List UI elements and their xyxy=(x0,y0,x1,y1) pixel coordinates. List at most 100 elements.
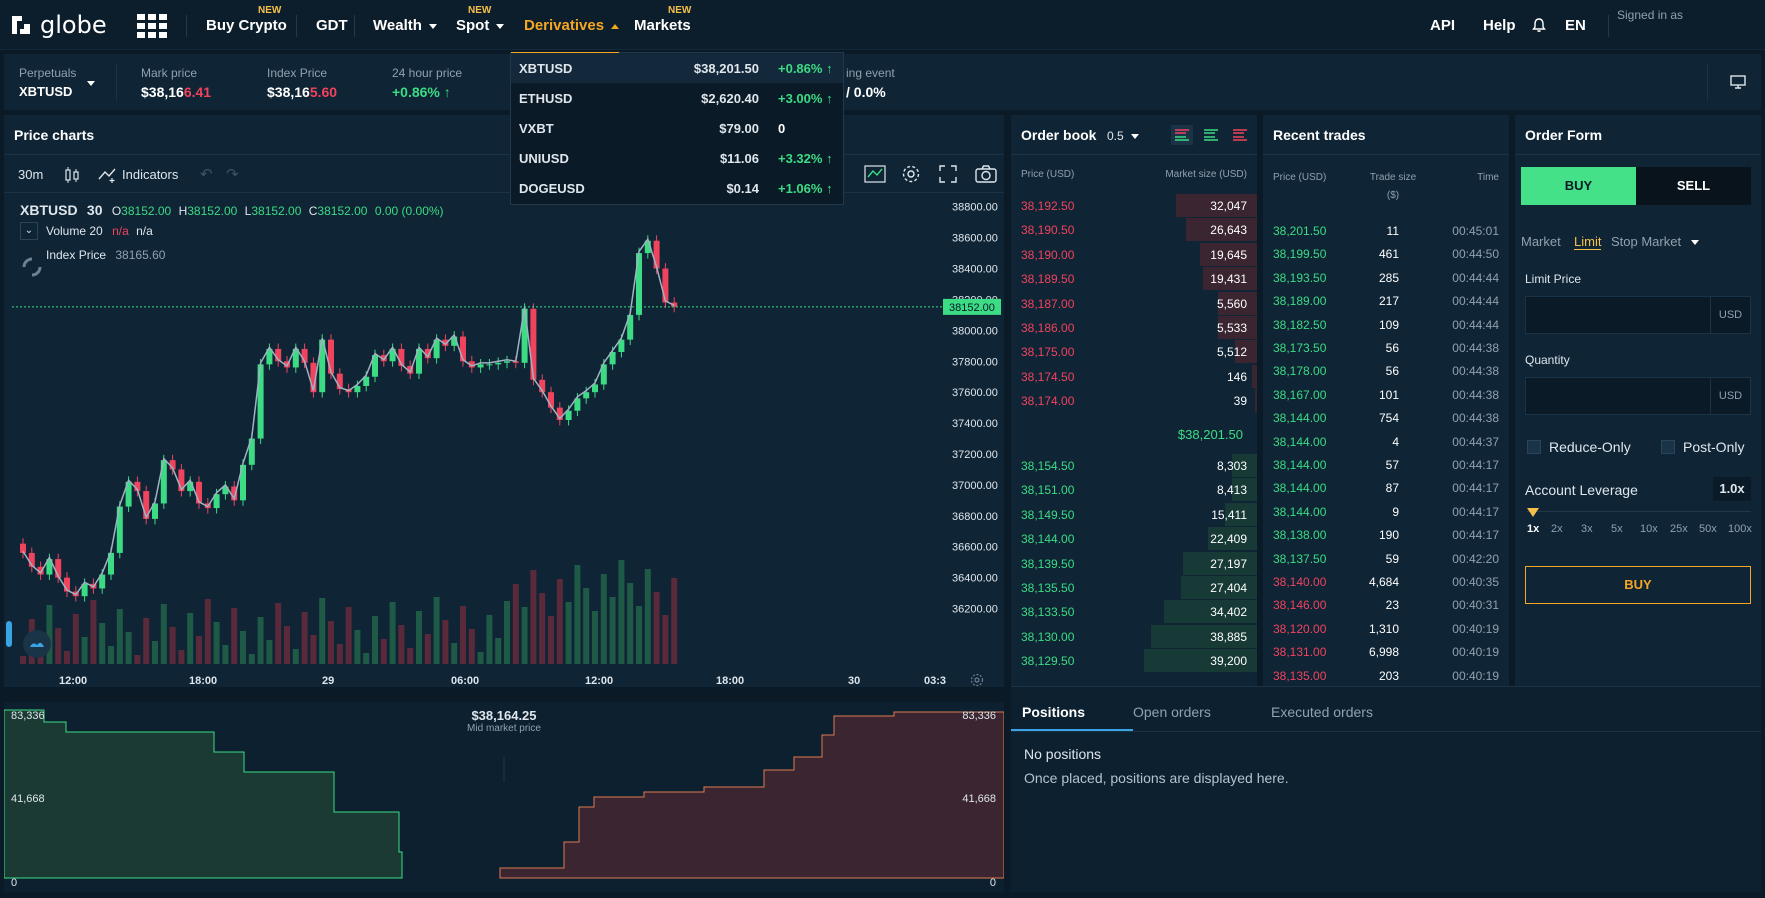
logo[interactable]: globe xyxy=(8,10,107,40)
redo-icon[interactable]: ↷ xyxy=(226,165,239,183)
ask-row[interactable]: 38,190.00 19,645 xyxy=(1011,242,1257,266)
scroll-handle[interactable] xyxy=(6,621,12,647)
bid-row[interactable]: 38,130.00 38,885 xyxy=(1011,624,1257,648)
nav-markets[interactable]: Markets xyxy=(634,17,691,34)
candle-body xyxy=(530,308,537,380)
monitor-icon[interactable] xyxy=(1730,75,1746,89)
volume-bar xyxy=(389,602,396,664)
trade-row: 38,144.00 87 00:44:17 xyxy=(1263,476,1509,499)
undo-icon[interactable]: ↶ xyxy=(200,165,213,183)
leverage-tick[interactable]: 5x xyxy=(1611,523,1623,535)
ask-row[interactable]: 38,192.50 32,047 xyxy=(1011,193,1257,217)
language-selector[interactable]: EN xyxy=(1565,17,1586,34)
tab-positions[interactable]: Positions xyxy=(1022,704,1085,720)
leverage-tick[interactable]: 100x xyxy=(1728,523,1752,535)
nav-derivatives[interactable]: Derivatives xyxy=(524,17,620,34)
ask-row[interactable]: 38,189.50 19,431 xyxy=(1011,266,1257,291)
volume-bar xyxy=(442,620,449,664)
bid-row[interactable]: 38,144.00 22,409 xyxy=(1011,526,1257,551)
dropdown-price: $11.06 xyxy=(719,151,759,166)
nav-gdt[interactable]: GDT xyxy=(316,17,348,34)
leverage-tick[interactable]: 2x xyxy=(1551,523,1563,535)
indicators-button[interactable]: Indicators xyxy=(122,167,178,182)
dropdown-item-xbtusd[interactable]: XBTUSD $38,201.50 +0.86% ↑ xyxy=(511,53,843,83)
trade-price: 38,144.00 xyxy=(1273,434,1327,449)
order-type-market[interactable]: Market xyxy=(1521,234,1561,249)
nav-buy-crypto[interactable]: Buy Crypto xyxy=(206,17,287,34)
leverage-slider-track[interactable] xyxy=(1527,511,1751,512)
quantity-input[interactable]: USD xyxy=(1525,377,1751,415)
leverage-tick[interactable]: 25x xyxy=(1670,523,1688,535)
order-type-stop-market[interactable]: Stop Market xyxy=(1611,234,1700,249)
leverage-tick[interactable]: 3x xyxy=(1581,523,1593,535)
bid-row[interactable]: 38,151.00 8,413 xyxy=(1011,477,1257,502)
limit-price-input[interactable]: USD xyxy=(1525,296,1751,334)
bid-row[interactable]: 38,149.50 15,411 xyxy=(1011,502,1257,526)
settings-gear-icon[interactable] xyxy=(901,164,921,184)
volume-bar xyxy=(477,652,484,664)
bid-row[interactable]: 38,154.50 8,303 xyxy=(1011,453,1257,477)
trade-price: 38,167.00 xyxy=(1273,387,1327,402)
leverage-value[interactable]: 1.0x xyxy=(1713,477,1751,501)
nav-api[interactable]: API xyxy=(1430,17,1455,34)
leverage-tick[interactable]: 1x xyxy=(1527,523,1539,535)
divider xyxy=(1515,154,1761,155)
post-only-checkbox[interactable] xyxy=(1661,440,1675,454)
volume-bar xyxy=(90,600,97,664)
dropdown-change: +3.00% ↑ xyxy=(778,91,833,106)
nav-help[interactable]: Help xyxy=(1483,17,1516,34)
bid-row[interactable]: 38,133.50 34,402 xyxy=(1011,599,1257,624)
ask-row[interactable]: 38,190.50 26,643 xyxy=(1011,217,1257,242)
volume-bar xyxy=(653,592,660,664)
apps-grid-icon[interactable] xyxy=(137,14,167,38)
nav-wealth[interactable]: Wealth xyxy=(373,17,437,34)
market-selector[interactable]: Perpetuals XBTUSD xyxy=(4,54,96,110)
bid-price: 38,151.00 xyxy=(1021,483,1075,498)
order-type-limit[interactable]: Limit xyxy=(1574,234,1602,250)
signed-in-label[interactable]: Signed in as xyxy=(1617,8,1683,22)
ask-price: 38,174.00 xyxy=(1021,394,1075,409)
fullscreen-icon[interactable] xyxy=(939,165,957,183)
axis-settings-gear-icon[interactable] xyxy=(970,673,984,687)
mark-price-tail: 6.41 xyxy=(183,84,212,100)
volume-bar xyxy=(143,618,150,664)
book-view-asks-icon[interactable] xyxy=(1229,125,1251,145)
leverage-tick[interactable]: 10x xyxy=(1640,523,1658,535)
panel-title: Order book xyxy=(1021,127,1097,143)
bid-row[interactable]: 38,129.50 39,200 xyxy=(1011,648,1257,673)
ask-row[interactable]: 38,187.00 5,560 xyxy=(1011,291,1257,315)
tradingview-logo-icon[interactable] xyxy=(23,630,51,658)
book-view-bids-icon[interactable] xyxy=(1200,125,1222,145)
nav-divider xyxy=(186,15,187,37)
book-view-both-icon[interactable] xyxy=(1171,125,1193,145)
ask-row[interactable]: 38,174.50 146 xyxy=(1011,364,1257,388)
leverage-slider-handle[interactable] xyxy=(1527,508,1539,517)
candles-icon[interactable] xyxy=(64,166,80,184)
interval-selector[interactable]: 30m xyxy=(18,167,43,182)
tab-open-orders[interactable]: Open orders xyxy=(1133,704,1211,720)
bell-icon[interactable] xyxy=(1531,17,1547,33)
dropdown-item-vxbt[interactable]: VXBT $79.00 0 xyxy=(511,113,843,143)
nav-derivatives-label: Derivatives xyxy=(524,17,605,34)
compare-chart-icon[interactable] xyxy=(864,165,886,183)
submit-buy-button[interactable]: BUY xyxy=(1525,566,1751,604)
tick-size-selector[interactable]: 0.5 xyxy=(1107,129,1139,143)
camera-icon[interactable] xyxy=(975,165,997,183)
buy-tab-button[interactable]: BUY xyxy=(1521,167,1636,205)
bid-row[interactable]: 38,135.50 27,404 xyxy=(1011,575,1257,599)
nav-spot[interactable]: Spot xyxy=(456,17,505,34)
sell-tab-button[interactable]: SELL xyxy=(1636,167,1751,205)
bid-row[interactable]: 38,139.50 27,197 xyxy=(1011,551,1257,575)
ask-row[interactable]: 38,186.00 5,533 xyxy=(1011,315,1257,339)
leverage-tick[interactable]: 50x xyxy=(1699,523,1717,535)
ask-row[interactable]: 38,175.00 5,512 xyxy=(1011,339,1257,364)
volume-bar xyxy=(301,612,308,664)
reduce-only-checkbox[interactable] xyxy=(1527,440,1541,454)
positions-panel: Positions Open orders Executed orders No… xyxy=(1011,686,1761,892)
dropdown-item-dogeusd[interactable]: DOGEUSD $0.14 +1.06% ↑ xyxy=(511,173,843,203)
dropdown-item-uniusd[interactable]: UNIUSD $11.06 +3.32% ↑ xyxy=(511,143,843,173)
ask-row[interactable]: 38,174.00 39 xyxy=(1011,388,1257,413)
dropdown-item-ethusd[interactable]: ETHUSD $2,620.40 +3.00% ↑ xyxy=(511,83,843,113)
price-chart[interactable]: 38800.0038600.0038400.0038200.0038000.00… xyxy=(4,194,1004,694)
tab-executed-orders[interactable]: Executed orders xyxy=(1271,704,1373,720)
